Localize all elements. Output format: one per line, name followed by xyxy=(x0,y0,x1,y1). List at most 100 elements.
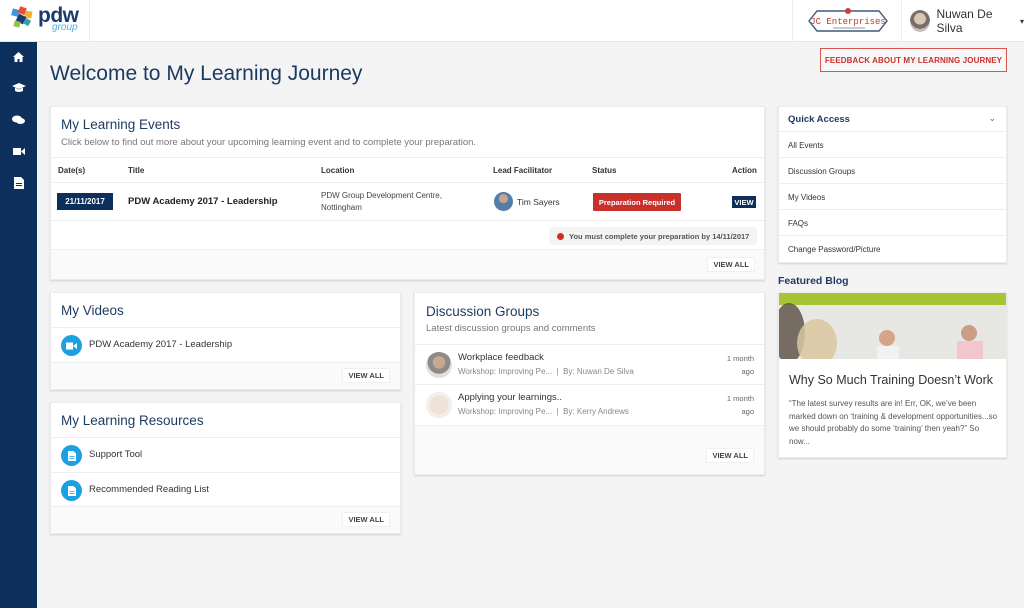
sidebar xyxy=(0,42,37,608)
alert-dot-icon xyxy=(557,232,564,240)
videos-view-all-button[interactable]: VIEW ALL xyxy=(342,368,390,383)
quick-access-change-password[interactable]: Change Password/Picture xyxy=(779,236,1006,262)
column-header-action: Action xyxy=(732,166,757,175)
column-header-status: Status xyxy=(592,166,617,175)
discussion-group: Workshop: Improving Pe... xyxy=(458,367,553,376)
column-header-dates: Date(s) xyxy=(58,166,86,175)
facilitator-name: Tim Sayers xyxy=(517,197,560,207)
discussion-title: Workplace feedback xyxy=(458,352,544,363)
learning-resources-title: My Learning Resources xyxy=(61,413,204,428)
discussion-groups-subtitle: Latest discussion groups and comments xyxy=(426,323,596,334)
events-view-all-button[interactable]: VIEW ALL xyxy=(707,257,755,272)
logo-subtext: group xyxy=(52,22,78,33)
user-avatar xyxy=(910,10,931,32)
preparation-deadline-note: You must complete your preparation by 14… xyxy=(549,227,757,245)
jc-enterprises-logo-icon: JC Enterprises xyxy=(808,8,888,32)
page-title: Welcome to My Learning Journey xyxy=(50,62,363,85)
discussion-groups-title: Discussion Groups xyxy=(426,304,540,319)
preparation-deadline-text: You must complete your preparation by 14… xyxy=(569,231,750,241)
discussion-meta: Workshop: Improving Pe... | By: Nuwan De… xyxy=(458,367,634,376)
learning-resources-card: My Learning Resources Support Tool Recom… xyxy=(50,402,401,534)
list-item[interactable]: PDW Academy 2017 - Leadership xyxy=(51,328,400,363)
quick-access-header[interactable]: Quick Access ⌄ xyxy=(779,107,1006,132)
discussion-author: By: Kerry Andrews xyxy=(563,407,629,416)
resource-title: Support Tool xyxy=(89,449,143,460)
client-logo: JC Enterprises xyxy=(792,0,902,42)
user-name: Nuwan De Silva xyxy=(936,7,993,35)
quick-access-title: Quick Access xyxy=(788,114,850,125)
list-item[interactable]: Applying your learnings.. Workshop: Impr… xyxy=(415,385,764,426)
list-item[interactable]: Support Tool xyxy=(51,438,400,473)
my-videos-card: My Videos PDW Academy 2017 - Leadership … xyxy=(50,292,401,390)
discussion-author: By: Nuwan De Silva xyxy=(563,367,634,376)
featured-blog-card[interactable]: Why So Much Training Doesn’t Work “The l… xyxy=(778,292,1007,458)
facilitator-avatar xyxy=(494,192,513,211)
column-header-title: Title xyxy=(128,166,145,175)
author-avatar xyxy=(426,392,452,418)
discussion-meta: Workshop: Improving Pe... | By: Kerry An… xyxy=(458,407,629,416)
document-icon xyxy=(13,177,24,189)
pdw-logo-mark-icon xyxy=(11,6,33,28)
discussion-time: 1 month ago xyxy=(727,392,754,418)
sidebar-item-discussions[interactable] xyxy=(0,110,37,130)
quick-access-my-videos[interactable]: My Videos xyxy=(779,184,1006,210)
pdw-logo[interactable]: pdw group xyxy=(0,0,90,42)
sidebar-item-home[interactable] xyxy=(0,47,37,67)
discussion-groups-card: Discussion Groups Latest discussion grou… xyxy=(414,292,765,475)
learning-events-card: My Learning Events Click below to find o… xyxy=(50,106,765,280)
top-bar: pdw group JC Enterprises Nuwan De Silva … xyxy=(0,0,1024,42)
table-row: 21/11/2017 PDW Academy 2017 - Leadership… xyxy=(51,183,764,221)
quick-access-all-events[interactable]: All Events xyxy=(779,132,1006,158)
resources-view-all-button[interactable]: VIEW ALL xyxy=(342,512,390,527)
my-videos-title: My Videos xyxy=(61,303,124,318)
discussion-footer: VIEW ALL xyxy=(415,426,764,474)
event-location-line1: PDW Group Development Centre, xyxy=(321,191,442,200)
discussion-view-all-button[interactable]: VIEW ALL xyxy=(706,448,754,463)
featured-blog-heading: Featured Blog xyxy=(778,275,849,287)
sidebar-item-videos[interactable] xyxy=(0,141,37,161)
feedback-button[interactable]: FEEDBACK ABOUT MY LEARNING JOURNEY xyxy=(820,48,1007,72)
event-date-badge: 21/11/2017 xyxy=(57,193,113,210)
discussion-time: 1 month ago xyxy=(727,352,754,378)
event-title[interactable]: PDW Academy 2017 - Leadership xyxy=(128,196,278,207)
time-value: 1 month xyxy=(726,354,754,363)
event-location-line2: Nottingham xyxy=(321,203,362,212)
quick-access-panel: Quick Access ⌄ All Events Discussion Gro… xyxy=(778,106,1007,263)
list-item[interactable]: Recommended Reading List xyxy=(51,473,400,508)
video-camera-icon xyxy=(12,147,25,155)
caret-down-icon: ▾ xyxy=(1019,16,1024,26)
author-avatar xyxy=(426,352,452,378)
resource-title: Recommended Reading List xyxy=(89,484,209,495)
resources-footer: VIEW ALL xyxy=(51,506,400,533)
document-icon xyxy=(61,445,82,466)
discussion-group: Workshop: Improving Pe... xyxy=(458,407,553,416)
column-header-facilitator: Lead Facilitator xyxy=(493,166,553,175)
quick-access-faqs[interactable]: FAQs xyxy=(779,210,1006,236)
meta-separator: | xyxy=(556,367,559,376)
sidebar-item-learning[interactable] xyxy=(0,78,37,98)
blog-title: Why So Much Training Doesn’t Work xyxy=(789,373,994,387)
home-icon xyxy=(13,52,24,62)
video-title: PDW Academy 2017 - Leadership xyxy=(89,339,233,350)
blog-excerpt: “The latest survey results are in! Err, … xyxy=(789,399,998,446)
user-menu[interactable]: Nuwan De Silva ▾ xyxy=(910,7,1024,35)
learning-events-title: My Learning Events xyxy=(61,117,181,132)
event-location: PDW Group Development Centre, Nottingham xyxy=(321,190,461,214)
sidebar-item-resources[interactable] xyxy=(0,173,37,193)
video-camera-icon xyxy=(61,335,82,356)
comments-icon xyxy=(12,115,25,124)
view-event-button[interactable]: VIEW xyxy=(732,196,756,208)
blog-image xyxy=(779,293,1006,359)
column-header-location: Location xyxy=(321,166,355,175)
list-item[interactable]: Workplace feedback Workshop: Improving P… xyxy=(415,344,764,385)
learning-events-subtitle: Click below to find out more about your … xyxy=(61,137,477,148)
graduation-cap-icon xyxy=(11,83,26,92)
quick-access-discussion-groups[interactable]: Discussion Groups xyxy=(779,158,1006,184)
videos-footer: VIEW ALL xyxy=(51,362,400,389)
meta-separator: | xyxy=(556,407,559,416)
client-logo-text: JC Enterprises xyxy=(810,17,886,27)
discussion-title: Applying your learnings.. xyxy=(458,392,563,403)
time-suffix: ago xyxy=(741,367,754,376)
time-suffix: ago xyxy=(741,407,754,416)
chevron-down-icon: ⌄ xyxy=(988,113,996,123)
